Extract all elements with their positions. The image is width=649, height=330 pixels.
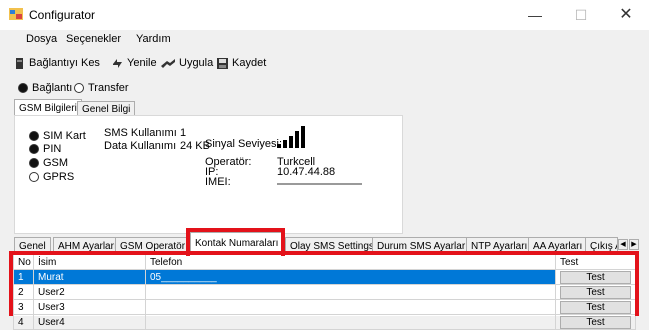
test-button[interactable]: Test xyxy=(560,315,631,329)
ip-value: 10.47.44.88 xyxy=(277,166,336,178)
refresh-label: Yenile xyxy=(127,57,157,69)
app-icon xyxy=(9,8,23,20)
menu-options[interactable]: Seçenekler xyxy=(66,33,121,45)
cell-phone[interactable] xyxy=(145,314,556,330)
pin-indicator xyxy=(29,144,39,154)
close-button[interactable]: ✕ xyxy=(603,0,649,30)
save-icon xyxy=(217,57,228,69)
apply-button[interactable]: Uygula xyxy=(160,55,213,71)
apply-label: Uygula xyxy=(179,57,214,69)
disconnect-label: Bağlantıyı Kes xyxy=(29,57,100,69)
status-pin: PIN xyxy=(29,143,61,155)
cell-no[interactable]: 4 xyxy=(13,314,34,330)
gsm-indicator xyxy=(29,158,39,168)
gsm-label: GSM xyxy=(43,157,69,169)
menu-help[interactable]: Yardım xyxy=(136,33,171,45)
minimize-button[interactable]: — xyxy=(512,0,558,30)
cell-name[interactable]: User4 xyxy=(33,314,146,330)
signal-label: Sinyal Seviyesi: xyxy=(205,138,283,150)
radio-transfer-dot xyxy=(74,83,84,93)
save-button[interactable]: Kaydet xyxy=(216,55,266,71)
sms-usage-value: 1 xyxy=(180,127,187,139)
sim-indicator xyxy=(29,131,39,141)
status-sim: SIM Kart xyxy=(29,130,86,142)
status-gprs: GPRS xyxy=(29,171,74,183)
tab-general-info[interactable]: Genel Bilgi xyxy=(77,101,136,116)
data-usage-label: Data Kullanımı xyxy=(104,140,177,152)
radio-connection-dot xyxy=(18,83,28,93)
disconnect-button[interactable]: Bağlantıyı Kes xyxy=(13,55,100,71)
pin-label: PIN xyxy=(43,143,62,155)
radio-transfer[interactable]: Transfer xyxy=(74,82,129,94)
tab-gsm-info[interactable]: GSM Bilgileri xyxy=(14,99,82,116)
connect-icon xyxy=(161,58,175,68)
imei-value-redacted xyxy=(277,183,362,185)
imei-label: IMEI: xyxy=(205,176,231,188)
grid-highlight-box xyxy=(9,251,639,316)
menu-file[interactable]: Dosya xyxy=(26,33,57,45)
tab-scroll-right-button[interactable]: ▶ xyxy=(629,239,639,250)
refresh-button[interactable]: Yenile xyxy=(111,55,157,71)
save-label: Kaydet xyxy=(232,57,267,69)
signal-strength-icon xyxy=(277,126,305,148)
sim-label: SIM Kart xyxy=(43,130,86,142)
plug-icon xyxy=(16,57,23,69)
sms-usage-label: SMS Kullanımı xyxy=(104,127,177,139)
table-row[interactable]: 4 User4 Test xyxy=(13,314,636,330)
cell-test: Test xyxy=(555,314,636,330)
status-gsm: GSM xyxy=(29,157,68,169)
tab-scroll-left-button[interactable]: ◀ xyxy=(618,239,628,250)
refresh-icon xyxy=(113,58,122,68)
window-title: Configurator xyxy=(29,8,96,22)
radio-connection[interactable]: Bağlantı xyxy=(18,82,72,94)
gprs-label: GPRS xyxy=(43,171,75,183)
gprs-indicator xyxy=(29,172,39,182)
radio-connection-label: Bağlantı xyxy=(32,82,73,94)
maximize-button[interactable]: ☐ xyxy=(558,0,604,30)
radio-transfer-label: Transfer xyxy=(88,82,129,94)
